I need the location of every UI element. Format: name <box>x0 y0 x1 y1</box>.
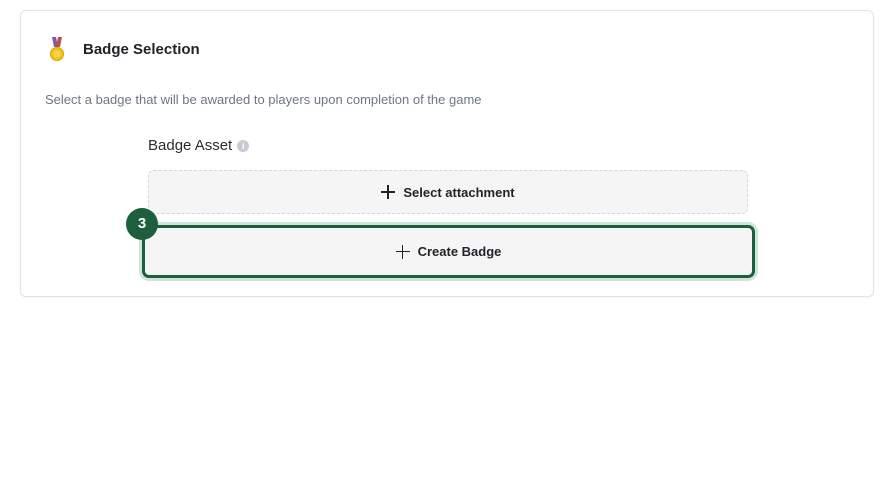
select-attachment-label: Select attachment <box>403 184 515 200</box>
medal-icon <box>50 37 64 61</box>
create-badge-highlight: Create Badge <box>139 222 758 281</box>
plus-icon <box>381 185 396 199</box>
create-badge-label: Create Badge <box>417 244 502 259</box>
card-title: Badge Selection <box>83 41 200 58</box>
badge-asset-label-text: Badge Asset <box>148 137 233 154</box>
card-description: Select a badge that will be awarded to p… <box>45 92 482 107</box>
badge-asset-label: Badge Asset i <box>148 137 250 154</box>
step-number-badge: 3 <box>126 208 158 240</box>
info-icon[interactable]: i <box>237 140 250 152</box>
plus-icon <box>395 244 410 259</box>
badge-selection-card: Badge Selection Select a badge that will… <box>20 10 874 297</box>
select-attachment-button[interactable]: Select attachment <box>148 170 748 214</box>
create-badge-button[interactable]: Create Badge <box>142 225 755 278</box>
